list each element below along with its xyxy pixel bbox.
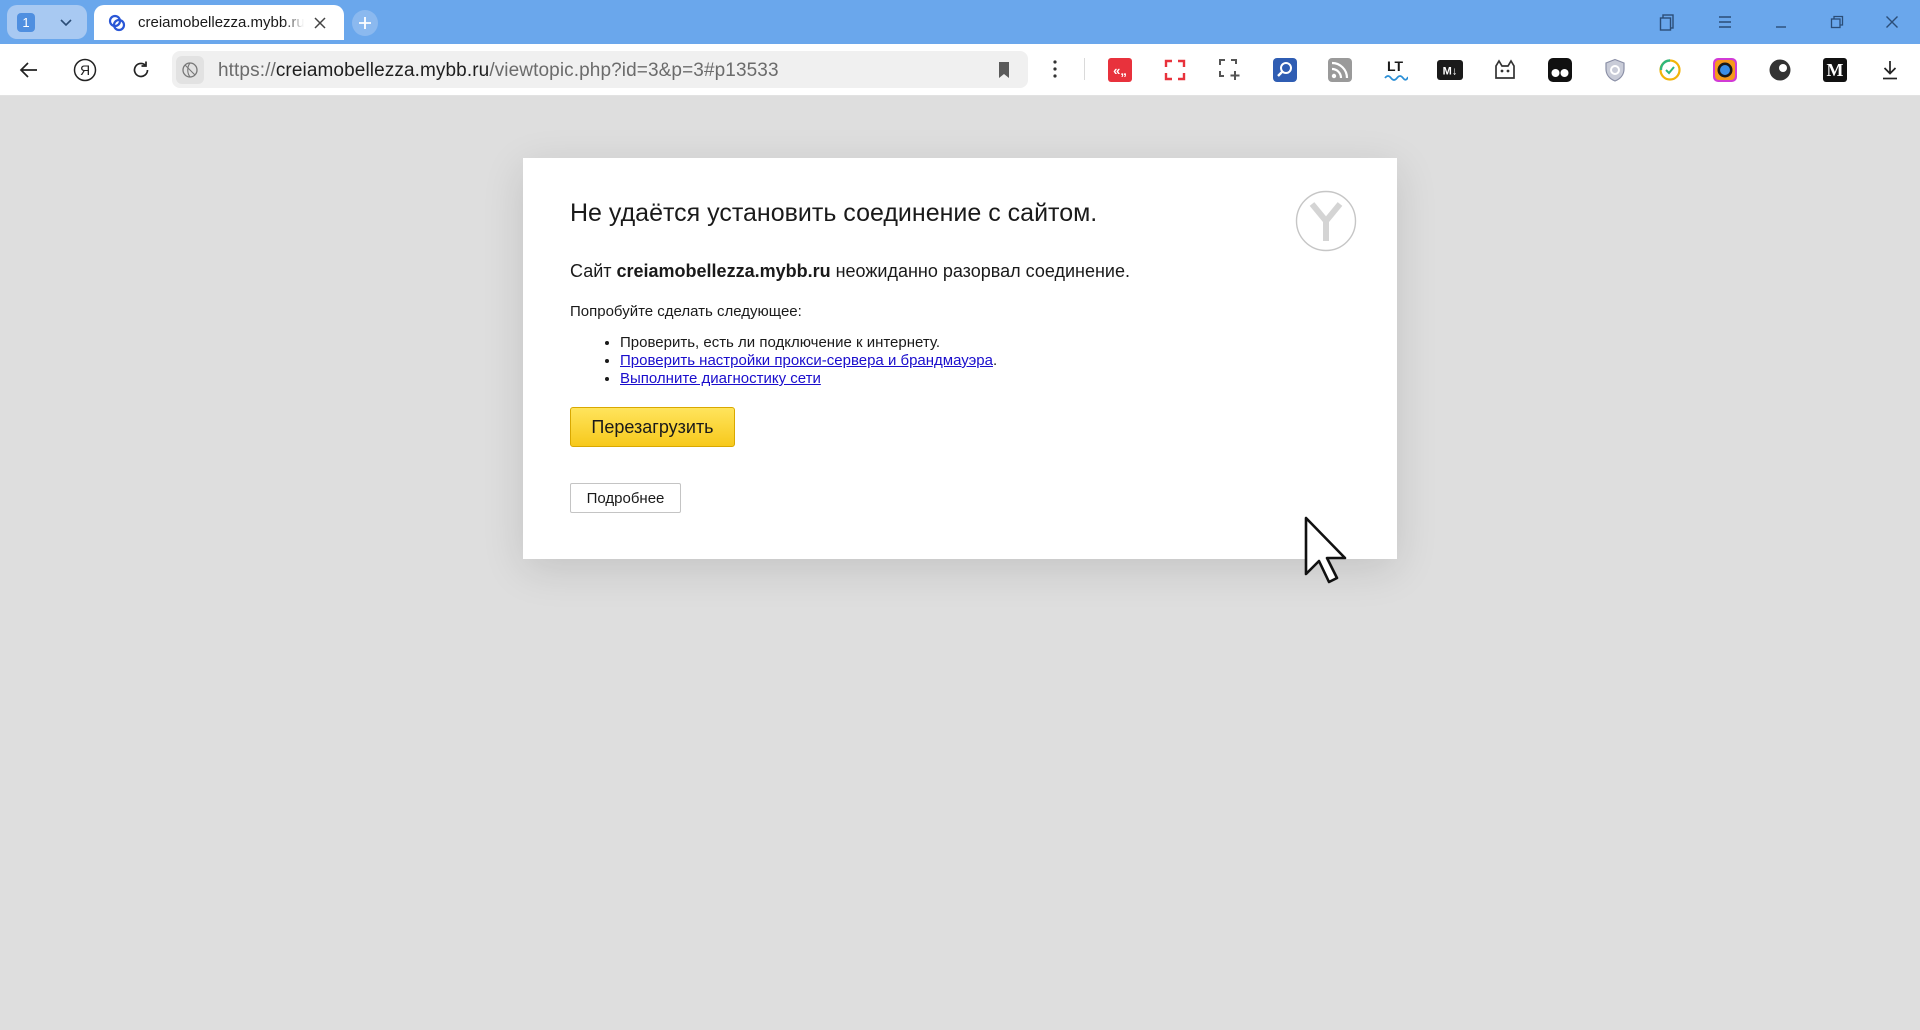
arrow-left-icon — [19, 62, 37, 78]
address-bar[interactable]: https://creiamobellezza.mybb.ru/viewtopi… — [172, 51, 1028, 88]
suggestion-text: Проверить, есть ли подключение к интерне… — [620, 334, 941, 351]
minimize-button[interactable] — [1769, 10, 1793, 34]
cat-extension-icon[interactable] — [1491, 56, 1519, 84]
new-tab-button[interactable] — [352, 10, 378, 36]
tab-list-dropdown-button[interactable] — [51, 9, 81, 35]
mouse-cursor-icon — [1304, 516, 1347, 584]
url-host: creiamobellezza.mybb.ru — [275, 60, 490, 81]
subtitle-prefix: Сайт — [570, 261, 617, 281]
timer-extension-icon[interactable] — [1656, 56, 1684, 84]
toolbar-divider — [1084, 58, 1085, 80]
error-card: Не удаётся установить соединение с сайто… — [523, 158, 1397, 559]
screenshot-extension-icon[interactable] — [1216, 56, 1244, 84]
minimize-icon — [1776, 26, 1786, 28]
lt-extension-icon[interactable]: LT — [1381, 56, 1409, 84]
url-path: /viewtopic.php?id=3&p=3#p13533 — [489, 60, 779, 81]
suggestions-list: Проверить, есть ли подключение к интерне… — [570, 334, 997, 388]
browser-toolbar: Я https://creiamobellezza.mybb.ru/viewto… — [0, 44, 1920, 96]
url-text[interactable]: https://creiamobellezza.mybb.ru/viewtopi… — [218, 60, 779, 82]
subtitle-host: creiamobellezza.mybb.ru — [616, 261, 831, 281]
browser-menu-button[interactable] — [1713, 10, 1737, 34]
tampermonkey-extension-icon[interactable] — [1546, 56, 1574, 84]
collections-button[interactable] — [1656, 10, 1680, 34]
bookmark-icon[interactable] — [994, 60, 1014, 80]
chevron-down-icon — [60, 19, 72, 27]
subtitle-suffix: неожиданно разорвал соединение. — [830, 261, 1130, 281]
restore-icon — [1830, 15, 1844, 29]
reload-page-button[interactable] — [127, 56, 155, 84]
error-subtitle: Сайт creiamobellezza.mybb.ru неожиданно … — [570, 261, 1130, 282]
tab-group: 1 — [7, 5, 87, 39]
yandex-button[interactable]: Я — [71, 56, 99, 84]
fullscreen-extension-icon[interactable] — [1161, 56, 1189, 84]
tab-active[interactable]: creiamobellezza.mybb.ru — [94, 5, 344, 40]
suggestion-check-connection: Проверить, есть ли подключение к интерне… — [620, 334, 997, 352]
shield-extension-icon[interactable] — [1601, 56, 1629, 84]
search-extension-icon[interactable] — [1271, 56, 1299, 84]
quote-extension-glyph: «„ — [1113, 63, 1127, 78]
rss-extension-icon[interactable] — [1326, 56, 1354, 84]
details-button[interactable]: Подробнее — [570, 483, 681, 513]
mybb-favicon-icon — [108, 14, 126, 32]
reload-button[interactable]: Перезагрузить — [570, 407, 735, 447]
plus-icon — [359, 17, 371, 29]
color-picker-extension-icon[interactable] — [1711, 56, 1739, 84]
globe-icon — [182, 62, 198, 78]
proxy-settings-link[interactable]: Проверить настройки прокси-сервера и бра… — [620, 352, 993, 369]
site-info-button[interactable] — [176, 56, 204, 84]
yandex-browser-logo-icon — [1295, 190, 1357, 252]
yandex-y-icon: Я — [73, 58, 97, 82]
medium-extension-icon[interactable]: M — [1821, 56, 1849, 84]
suggestion-network-diagnostics: Выполните диагностику сети — [620, 370, 997, 388]
try-following-text: Попробуйте сделать следующее: — [570, 303, 802, 320]
refresh-icon — [133, 61, 149, 78]
network-diagnostics-link[interactable]: Выполните диагностику сети — [620, 370, 821, 387]
download-icon — [1883, 61, 1897, 80]
suggestion-suffix: . — [992, 352, 998, 369]
close-window-button[interactable] — [1880, 10, 1904, 34]
more-vertical-icon[interactable] — [1045, 58, 1065, 80]
hamburger-icon — [1719, 16, 1731, 28]
tab-title: creiamobellezza.mybb.ru — [138, 14, 304, 32]
lt-extension-glyph: LT — [1387, 58, 1404, 74]
quote-extension-icon[interactable]: «„ — [1106, 56, 1134, 84]
medium-extension-glyph: M — [1827, 60, 1844, 80]
collections-icon — [1659, 14, 1674, 31]
close-icon — [1886, 16, 1898, 28]
url-scheme: https:// — [218, 60, 276, 81]
restore-button[interactable] — [1825, 10, 1849, 34]
svg-text:Я: Я — [80, 62, 90, 78]
dark-mode-extension-icon[interactable] — [1766, 56, 1794, 84]
downloads-button[interactable] — [1876, 56, 1904, 84]
close-icon[interactable] — [312, 15, 328, 31]
markdown-extension-glyph: M↓ — [1443, 66, 1458, 78]
tab-count-badge[interactable]: 1 — [17, 13, 35, 32]
error-title: Не удаётся установить соединение с сайто… — [570, 199, 1098, 227]
markdown-extension-icon[interactable]: M↓ — [1436, 56, 1464, 84]
tab-strip: 1 creiamobellezza.mybb.ru — [0, 0, 1920, 44]
suggestion-check-proxy: Проверить настройки прокси-сервера и бра… — [620, 352, 997, 370]
back-button[interactable] — [15, 56, 43, 84]
